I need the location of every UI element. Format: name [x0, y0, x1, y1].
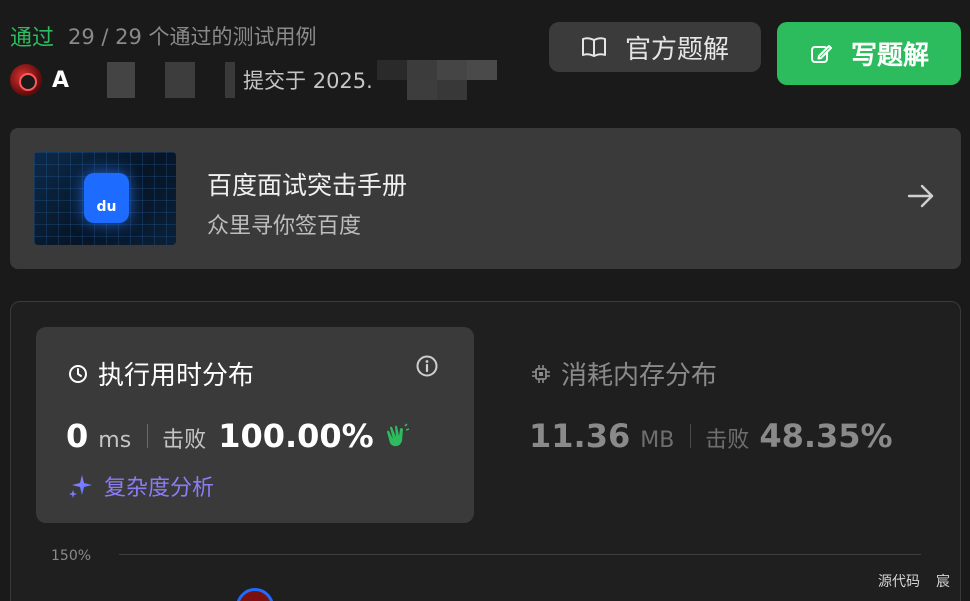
memory-title: 消耗内存分布	[561, 361, 718, 391]
divider	[690, 424, 692, 448]
extra-link[interactable]: 宸	[936, 571, 950, 591]
test-count: 29 / 29 个通过的测试用例	[68, 25, 317, 49]
clap-icon	[386, 423, 409, 447]
chart-gridline	[119, 554, 921, 555]
divider	[147, 424, 149, 448]
corner-links: 源代码 宸	[878, 571, 950, 591]
complexity-label: 复杂度分析	[104, 476, 215, 501]
complexity-analysis-link[interactable]: 复杂度分析	[68, 470, 214, 502]
runtime-beat-label: 击败	[162, 428, 207, 453]
promo-title: 百度面试突击手册	[207, 171, 408, 200]
submission-header: 通过 29 / 29 个通过的测试用例 A 提交于 2025. 官方题解 写题解	[0, 0, 970, 110]
baidu-logo: du	[84, 173, 129, 223]
chart-y-tick-label: 150%	[51, 548, 92, 564]
memory-unit: MB	[640, 428, 675, 453]
source-code-link[interactable]: 源代码	[878, 571, 920, 591]
runtime-header: 执行用时分布	[68, 355, 254, 392]
status-badge: 通过	[10, 26, 55, 51]
arrow-right-icon[interactable]	[905, 180, 937, 212]
memory-metric: 11.36 MB 击败 48.35%	[529, 417, 893, 455]
runtime-value: 0	[66, 417, 89, 455]
promo-banner[interactable]: du 百度面试突击手册 众里寻你签百度	[10, 128, 961, 269]
submission-meta: A 提交于 2025.	[10, 60, 497, 100]
baidu-logo-text: du	[96, 199, 117, 215]
write-solution-button[interactable]: 写题解	[777, 22, 961, 85]
runtime-unit: ms	[98, 428, 132, 453]
status-line: 通过 29 / 29 个通过的测试用例	[10, 20, 317, 52]
memory-beat-percent: 48.35%	[759, 417, 893, 455]
info-icon[interactable]	[416, 355, 438, 377]
memory-value: 11.36	[529, 417, 631, 455]
write-solution-label: 写题解	[850, 41, 929, 71]
memory-beat-label: 击败	[705, 428, 750, 453]
clock-icon	[69, 364, 87, 383]
runtime-card[interactable]: 执行用时分布 0 ms 击败 100.00% 复杂度分析	[36, 327, 474, 523]
sparkle-icon	[69, 475, 92, 498]
official-solution-button[interactable]: 官方题解	[549, 22, 761, 72]
memory-header[interactable]: 消耗内存分布	[531, 355, 717, 392]
chip-icon	[532, 364, 550, 383]
redacted-username	[75, 62, 236, 98]
promo-image: du	[34, 152, 176, 245]
edit-icon	[810, 44, 832, 63]
runtime-beat-percent: 100.00%	[218, 417, 374, 455]
runtime-title: 执行用时分布	[98, 361, 255, 391]
performance-panel: 执行用时分布 0 ms 击败 100.00% 复杂度分析 消耗内存分布 11.3…	[10, 301, 961, 601]
promo-subtitle: 众里寻你签百度	[207, 214, 362, 239]
submitted-time: 提交于 2025.	[243, 69, 373, 93]
chart-user-marker[interactable]	[236, 588, 274, 601]
user-name[interactable]: A	[52, 68, 69, 93]
book-open-icon	[581, 37, 606, 57]
runtime-metric: 0 ms 击败 100.00%	[66, 417, 410, 455]
avatar[interactable]	[10, 64, 42, 96]
redacted-time	[376, 60, 497, 100]
official-solution-label: 官方题解	[624, 34, 729, 65]
